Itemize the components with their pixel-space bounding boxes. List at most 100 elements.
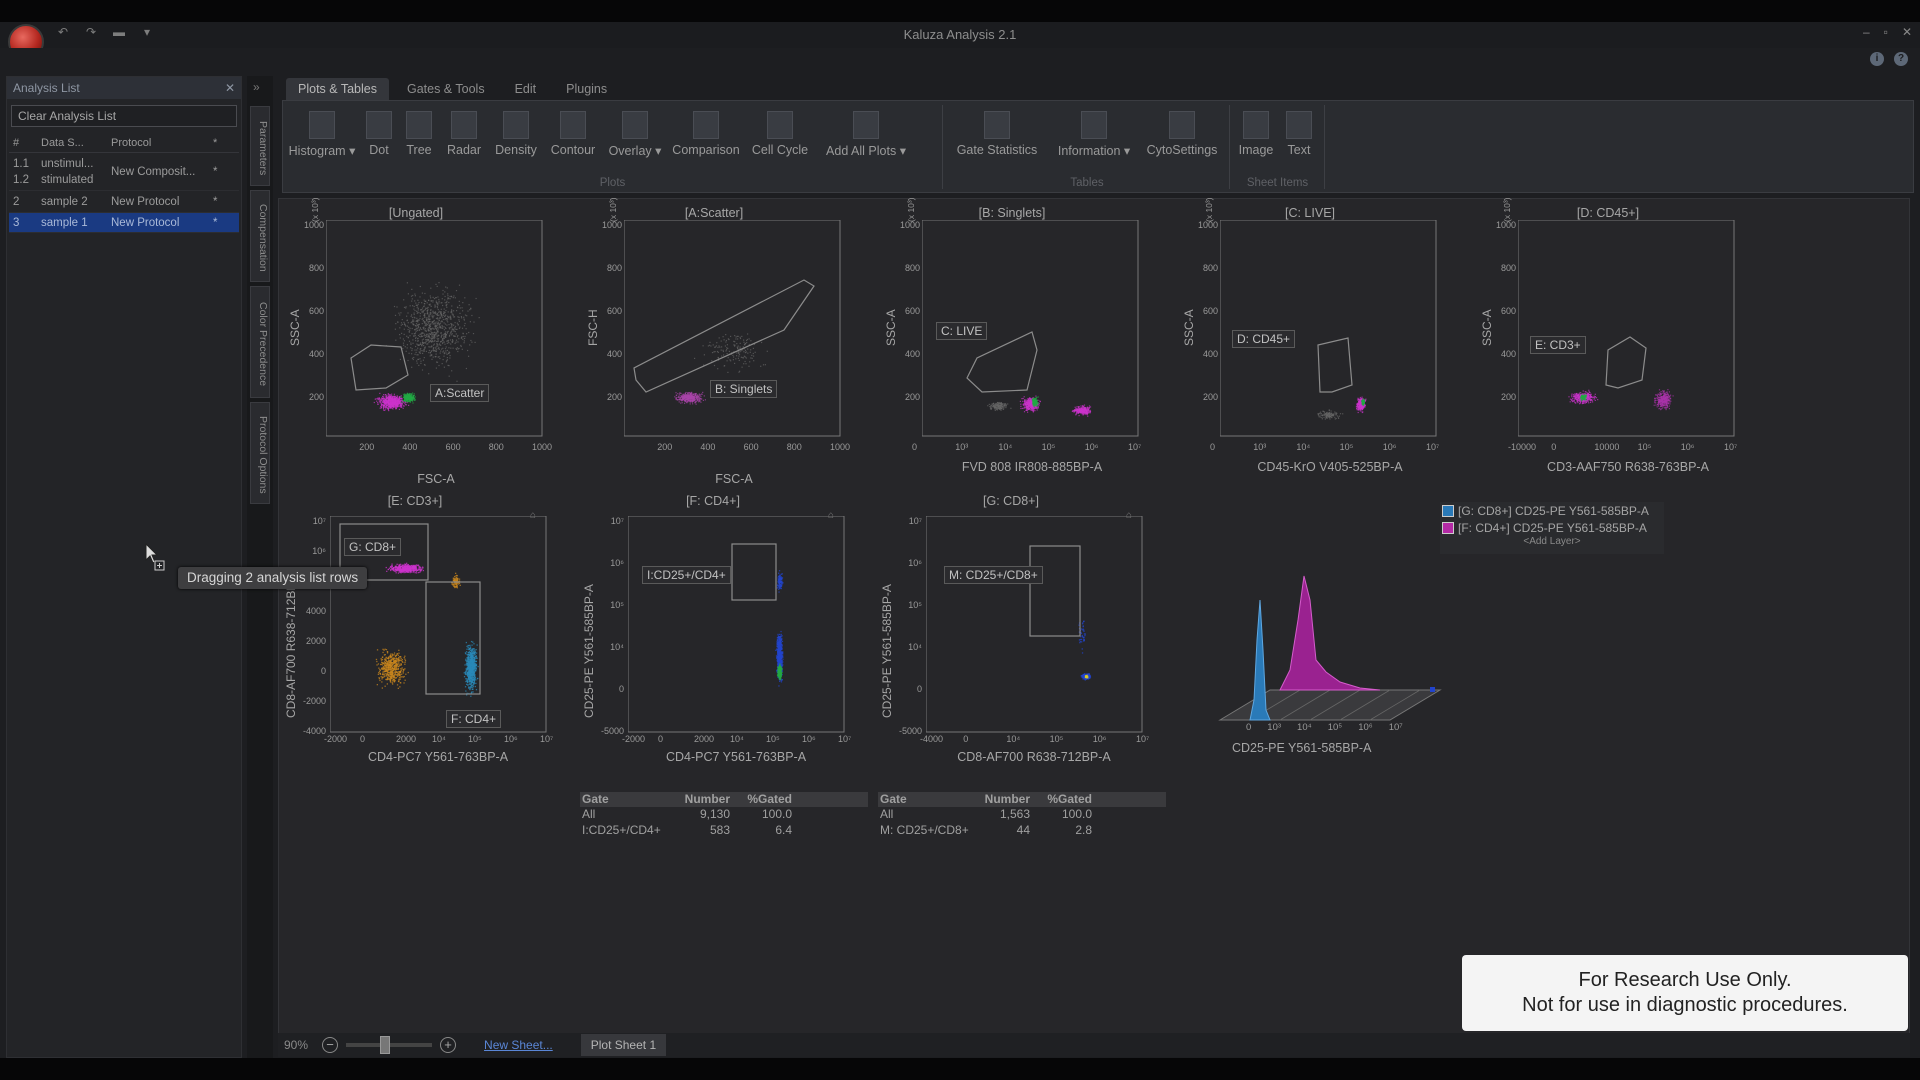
event-dot xyxy=(426,317,428,319)
minimize-button[interactable]: – xyxy=(1863,25,1870,39)
event-dot xyxy=(699,399,701,401)
close-icon[interactable]: ✕ xyxy=(225,81,235,95)
x-tick-label: 10⁶ xyxy=(1084,442,1099,452)
event-dot xyxy=(689,396,691,398)
customize-icon[interactable]: ▾ xyxy=(138,25,156,41)
event-dot xyxy=(743,339,745,341)
close-button[interactable]: ✕ xyxy=(1902,25,1912,39)
event-dot xyxy=(752,347,754,349)
plot-3[interactable]: [B: Singlets] C: LIVE 1000 800 600 400 200 0 10³… xyxy=(882,197,1142,486)
event-dot xyxy=(428,339,430,341)
dot-button[interactable]: Dot xyxy=(361,111,397,157)
comparison-button[interactable]: Comparison xyxy=(669,111,743,157)
event-dot xyxy=(1078,410,1081,412)
gate-statistics-button[interactable]: Gate Statistics xyxy=(951,111,1043,157)
event-dot xyxy=(441,334,443,336)
column-header-star[interactable]: * xyxy=(213,137,233,149)
event-dot xyxy=(385,404,387,406)
list-item[interactable]: 2 sample 2 New Protocol * xyxy=(9,191,239,213)
density-button[interactable]: Density xyxy=(489,111,543,157)
event-dot xyxy=(456,336,458,338)
plot-4[interactable]: [C: LIVE] D: CD45+ 1000 800 600 400 200 0 10³ 10⁴… xyxy=(1180,197,1440,486)
undo-icon[interactable]: ↶ xyxy=(54,25,72,41)
event-dot xyxy=(1657,405,1660,407)
event-dot xyxy=(427,333,429,335)
info-icon[interactable]: i xyxy=(1870,52,1884,66)
event-dot xyxy=(426,333,428,335)
information-button[interactable]: Information ▾ xyxy=(1051,111,1137,158)
event-dot xyxy=(417,321,419,323)
event-dot xyxy=(997,406,999,408)
event-dot xyxy=(680,394,682,397)
event-dot xyxy=(416,329,418,332)
list-item-selected[interactable]: 3 sample 1 New Protocol * xyxy=(9,213,239,233)
text-button[interactable]: Text xyxy=(1279,111,1319,157)
tab-plugins[interactable]: Plugins xyxy=(554,78,619,100)
event-dot xyxy=(446,306,448,308)
gate-label[interactable]: D: CD45+ xyxy=(1232,330,1296,348)
event-dot xyxy=(995,407,997,409)
event-dot xyxy=(1357,403,1359,406)
event-dot xyxy=(750,340,752,342)
plot-1[interactable]: [Ungated] A:Scatter 1000 800 600 400 200 200 400… xyxy=(286,197,552,486)
contour-button[interactable]: Contour xyxy=(545,111,601,157)
histogram-button[interactable]: Histogram ▾ xyxy=(287,111,357,158)
event-dot xyxy=(443,312,445,315)
tree-button[interactable]: Tree xyxy=(399,111,439,157)
event-dot xyxy=(438,334,440,337)
event-dot xyxy=(398,402,400,404)
event-dot xyxy=(754,351,756,353)
maximize-button[interactable]: ▫ xyxy=(1884,25,1888,39)
cytosettings-button[interactable]: CytoSettings xyxy=(1141,111,1223,157)
event-dot xyxy=(698,397,700,399)
event-dot xyxy=(463,319,465,321)
event-dot xyxy=(449,339,452,341)
event-dot xyxy=(741,335,743,337)
list-item[interactable]: 1.1 1.2 unstimul... stimulated New Composi… xyxy=(9,153,239,191)
redo-icon[interactable]: ↷ xyxy=(82,25,100,41)
radar-button[interactable]: Radar xyxy=(443,111,485,157)
gate-label[interactable]: B: Singlets xyxy=(710,380,778,398)
gate-label[interactable]: C: LIVE xyxy=(936,322,988,340)
event-dot xyxy=(461,327,464,329)
gate-label[interactable]: A:Scatter xyxy=(430,384,490,402)
event-dot xyxy=(395,400,397,402)
event-dot xyxy=(726,349,728,351)
event-dot xyxy=(1662,406,1664,408)
tab-compensation[interactable]: Compensation xyxy=(250,190,270,282)
expand-icon[interactable]: » xyxy=(253,80,260,94)
column-header-num[interactable]: # xyxy=(9,137,41,149)
event-dot xyxy=(1574,393,1576,395)
event-dot xyxy=(458,304,461,306)
event-dot xyxy=(721,355,723,357)
event-dot xyxy=(1035,398,1037,400)
save-icon[interactable]: ▬ xyxy=(110,25,128,41)
cell-cycle-button[interactable]: Cell Cycle xyxy=(745,111,815,157)
event-dot xyxy=(735,336,737,338)
image-button[interactable]: Image xyxy=(1235,111,1277,157)
tab-plots-tables[interactable]: Plots & Tables xyxy=(286,78,389,100)
event-dot xyxy=(422,342,424,344)
event-dot xyxy=(460,316,462,318)
tab-color-precedence[interactable]: Color Precedence xyxy=(250,286,270,398)
x-tick-label: 200 xyxy=(657,442,673,452)
column-header-protocol[interactable]: Protocol xyxy=(111,137,213,149)
event-dot xyxy=(436,333,438,335)
contour-icon xyxy=(560,111,586,139)
tab-protocol-options[interactable]: Protocol Options xyxy=(250,402,270,504)
tab-edit[interactable]: Edit xyxy=(503,78,549,100)
overlay-button[interactable]: Overlay ▾ xyxy=(603,111,667,158)
clear-analysis-list-button[interactable]: Clear Analysis List xyxy=(11,105,237,127)
event-dot xyxy=(435,340,437,343)
plot-5[interactable]: [D: CD45+] E: CD3+ 1000 800 600 400 200 -10000 0… xyxy=(1478,197,1738,486)
tab-gates-tools[interactable]: Gates & Tools xyxy=(395,78,497,100)
event-dot xyxy=(1002,407,1004,409)
plot-2[interactable]: [A:Scatter] B: Singlets 1000 800 600 400 200 20… xyxy=(584,197,850,486)
help-icon[interactable]: ? xyxy=(1894,52,1908,66)
tab-parameters[interactable]: Parameters xyxy=(250,106,270,186)
column-header-dataset[interactable]: Data S... xyxy=(41,137,111,149)
y-exponent: (x 10³) xyxy=(608,197,618,222)
event-dot xyxy=(710,345,712,347)
event-dot xyxy=(438,282,440,284)
add-all-plots-button[interactable]: Add All Plots ▾ xyxy=(819,111,913,158)
